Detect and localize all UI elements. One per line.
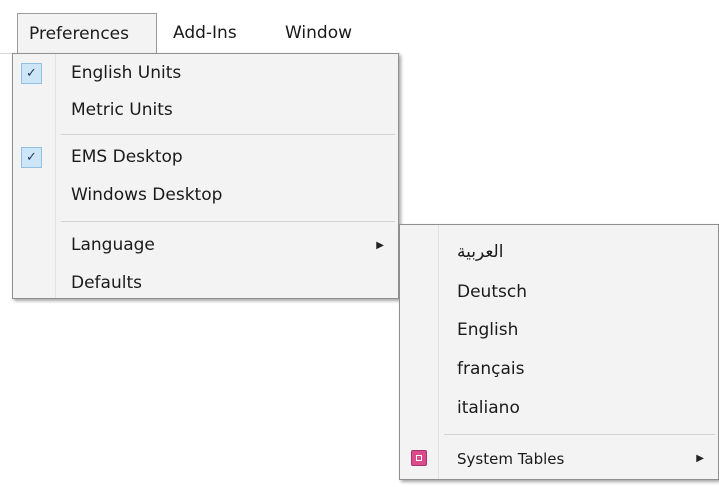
menu-item-label: Metric Units — [71, 100, 173, 120]
menu-preferences[interactable]: Preferences — [17, 13, 157, 54]
menu-item-label: Defaults — [71, 273, 142, 293]
language-item-italiano[interactable]: italiano — [400, 389, 718, 427]
language-item-deutsch[interactable]: Deutsch — [400, 273, 718, 311]
menu-separator — [444, 434, 715, 435]
menu-item-label: Deutsch — [457, 282, 527, 302]
menu-item-defaults[interactable]: Defaults — [13, 266, 398, 301]
menu-item-label: Windows Desktop — [71, 185, 223, 205]
menu-item-language[interactable]: Language ▶ — [13, 228, 398, 263]
language-item-arabic[interactable]: العربية — [400, 233, 718, 271]
checkmark-icon: ✓ — [21, 63, 42, 84]
menu-item-system-tables[interactable]: System Tables ▶ — [400, 440, 718, 478]
submenu-arrow-icon: ▶ — [376, 240, 384, 251]
checkmark-icon: ✓ — [21, 147, 42, 168]
menu-separator — [61, 221, 395, 222]
menu-item-label: System Tables — [457, 450, 565, 468]
menu-separator — [61, 134, 395, 135]
menu-item-label: français — [457, 359, 525, 379]
menu-window[interactable]: Window — [285, 13, 352, 53]
language-submenu: العربية Deutsch English français italian… — [399, 224, 719, 480]
menu-item-label: EMS Desktop — [71, 147, 183, 167]
menu-item-label: English Units — [71, 63, 182, 83]
menu-item-label: English — [457, 320, 519, 340]
menu-bar: Preferences Add-Ins Window — [0, 13, 400, 54]
menu-item-label: العربية — [457, 242, 504, 262]
menu-add-ins[interactable]: Add-Ins — [173, 13, 237, 53]
menu-item-metric-units[interactable]: Metric Units — [13, 93, 398, 128]
preferences-dropdown: ✓ English Units Metric Units ✓ EMS Deskt… — [12, 53, 399, 299]
language-item-english[interactable]: English — [400, 311, 718, 349]
menu-item-label: italiano — [457, 398, 520, 418]
submenu-arrow-icon: ▶ — [696, 453, 704, 464]
menu-item-windows-desktop[interactable]: Windows Desktop — [13, 178, 398, 213]
menu-item-label: Language — [71, 235, 155, 255]
language-item-francais[interactable]: français — [400, 350, 718, 388]
system-tables-icon — [411, 450, 427, 466]
menu-item-english-units[interactable]: ✓ English Units — [13, 56, 398, 91]
menu-item-ems-desktop[interactable]: ✓ EMS Desktop — [13, 140, 398, 175]
